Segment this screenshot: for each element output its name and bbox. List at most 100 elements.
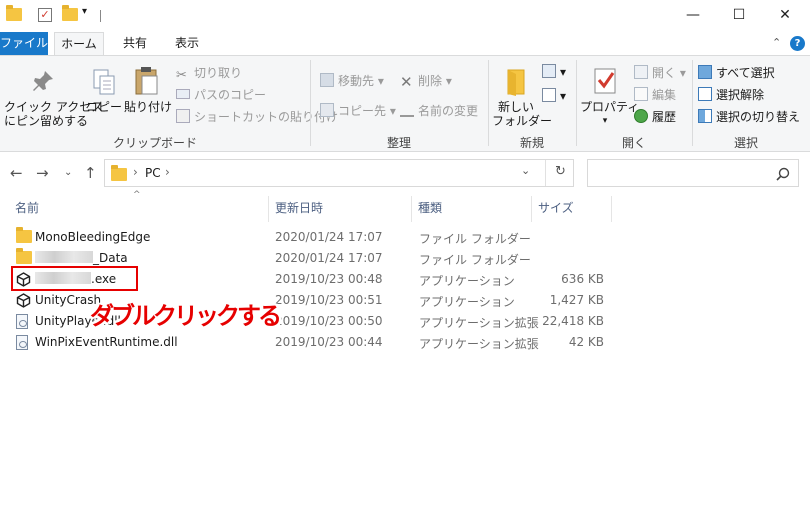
move-to-icon	[320, 73, 334, 87]
ribbon-tabs: ファイル ホーム 共有 表示 ⌃ ?	[0, 32, 810, 56]
tab-home[interactable]: ホーム	[54, 32, 104, 56]
dll-file-icon	[16, 335, 28, 350]
move-to-label: 移動先	[338, 74, 375, 88]
file-size: 1,427 KB	[549, 293, 604, 307]
copy-to-button[interactable]: コピー先 ▾	[320, 102, 396, 119]
rename-button[interactable]: 名前の変更	[400, 102, 478, 119]
invert-selection-button[interactable]: 選択の切り替え	[698, 108, 800, 125]
folder-icon	[6, 5, 22, 21]
easy-access-button[interactable]: ▾	[542, 88, 566, 103]
delete-icon: ✕	[400, 73, 413, 91]
minimize-button[interactable]: —	[670, 0, 716, 32]
address-bar[interactable]: › PC › ⌄ ↻	[104, 159, 574, 187]
address-dropdown-icon[interactable]: ⌄	[521, 164, 530, 177]
select-all-button[interactable]: すべて選択	[698, 64, 775, 81]
copy-label: コピー	[86, 100, 123, 114]
history-icon	[634, 109, 648, 123]
breadcrumb-separator: ›	[133, 165, 138, 179]
invert-selection-label: 選択の切り替え	[716, 110, 801, 124]
column-type[interactable]: 種類	[413, 196, 532, 222]
refresh-icon[interactable]: ↻	[555, 164, 566, 179]
breadcrumb-pc[interactable]: PC	[145, 166, 161, 180]
search-box[interactable]	[587, 159, 799, 187]
back-button[interactable]: ←	[10, 164, 23, 182]
new-group-label: 新規	[519, 136, 544, 150]
tab-share[interactable]: 共有	[112, 32, 158, 55]
delete-button[interactable]: ✕ 削除 ▾	[400, 72, 452, 91]
forward-arrow-icon: →	[36, 164, 49, 182]
ribbon-expand-icon[interactable]: ⌃	[772, 36, 781, 49]
cut-label: 切り取り	[194, 66, 243, 80]
file-name-wrapper: _Data	[35, 251, 128, 265]
history-button[interactable]: 履歴	[634, 108, 676, 125]
file-size: 636 KB	[561, 272, 604, 286]
address-divider	[545, 160, 546, 186]
properties-dropdown-icon: ▾	[602, 116, 608, 126]
highlight-box	[11, 266, 138, 291]
search-input[interactable]	[592, 163, 772, 183]
file-size: 42 KB	[568, 335, 604, 349]
edit-button[interactable]: 編集	[634, 86, 676, 103]
close-button[interactable]: ✕	[762, 0, 808, 32]
edit-label: 編集	[652, 88, 677, 102]
copy-button[interactable]: コピー	[86, 68, 122, 114]
folder-icon	[16, 248, 32, 264]
help-icon: ?	[790, 36, 805, 51]
unity-icon	[16, 293, 31, 311]
new-item-button[interactable]: ▾	[542, 64, 566, 79]
file-name: MonoBleedingEdge	[35, 230, 151, 244]
redacted-text	[35, 251, 93, 263]
paste-shortcut-button[interactable]: ショートカットの貼り付け	[176, 108, 338, 125]
move-to-button[interactable]: 移動先 ▾	[320, 72, 384, 89]
column-size[interactable]: サイズ	[533, 196, 612, 222]
column-name[interactable]: 名前	[10, 196, 269, 222]
copy-path-label: パスのコピー	[194, 88, 267, 102]
cut-button[interactable]: ✂ 切り取り	[176, 64, 243, 83]
list-item[interactable]: WinPixEventRuntime.dll 2019/10/23 00:44 …	[10, 332, 610, 353]
new-folder-quick-icon[interactable]	[62, 5, 78, 21]
select-none-icon	[698, 87, 712, 101]
recent-locations-button[interactable]: ⌄	[64, 167, 72, 178]
file-type: アプリケーション	[419, 274, 515, 288]
file-date: 2019/10/23 00:44	[275, 335, 383, 349]
select-none-button[interactable]: 選択解除	[698, 86, 764, 103]
properties-button[interactable]: プロパティ ▾	[580, 66, 640, 128]
paste-label: 貼り付け	[124, 100, 173, 114]
organize-group-label: 整理	[386, 136, 411, 150]
paste-shortcut-label: ショートカットの貼り付け	[194, 110, 339, 124]
paste-button[interactable]: 貼り付け	[124, 66, 173, 114]
up-button[interactable]: ↑	[84, 164, 97, 182]
file-type: ファイル フォルダー	[419, 232, 531, 246]
scissors-icon: ✂	[176, 68, 187, 83]
edit-icon	[634, 87, 648, 101]
select-all-label: すべて選択	[716, 66, 775, 80]
ribbon: クイック アクセス にピン留めする コピー 貼り付け ✂ 切り取り パスのコピー …	[0, 55, 810, 152]
tab-view[interactable]: 表示	[164, 32, 210, 55]
file-date: 2020/01/24 17:07	[275, 230, 383, 244]
new-folder-button[interactable]: 新しい フォルダー	[492, 66, 552, 128]
up-arrow-icon: ↑	[84, 164, 97, 182]
delete-label: 削除	[418, 74, 443, 88]
copy-path-button[interactable]: パスのコピー	[176, 86, 266, 103]
pin-quick-access-button[interactable]: クイック アクセス にピン留めする	[4, 68, 103, 128]
chevron-down-icon: ⌄	[64, 167, 73, 178]
tab-file[interactable]: ファイル	[0, 32, 48, 55]
history-label: 履歴	[652, 110, 677, 124]
copy-path-icon	[176, 89, 190, 99]
file-date: 2019/10/23 00:51	[275, 293, 383, 307]
rename-icon	[400, 103, 414, 117]
maximize-button[interactable]: ☐	[716, 0, 762, 32]
clipboard-group-label: クリップボード	[112, 136, 197, 150]
help-button[interactable]: ?	[790, 36, 805, 51]
file-date: 2019/10/23 00:50	[275, 314, 383, 328]
open-button[interactable]: 開く ▾	[634, 64, 686, 81]
forward-button[interactable]: →	[36, 164, 49, 182]
properties-label: プロパティ	[580, 100, 640, 114]
column-modified[interactable]: 更新日時	[270, 196, 412, 222]
customize-quick-access-icon[interactable]: ▾	[82, 6, 87, 17]
list-item[interactable]: MonoBleedingEdge 2020/01/24 17:07 ファイル フ…	[10, 227, 610, 248]
file-size: 22,418 KB	[542, 314, 604, 328]
select-group-label: 選択	[733, 136, 758, 150]
search-icon	[776, 167, 790, 181]
properties-quick-icon[interactable]: ✓	[38, 8, 52, 22]
